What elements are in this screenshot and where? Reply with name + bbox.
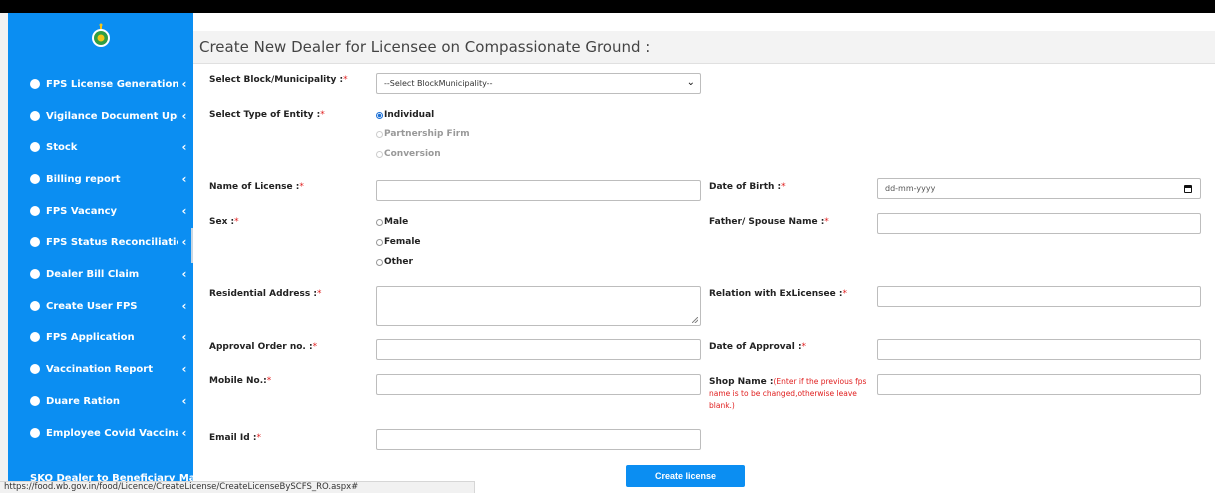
radio-icon xyxy=(376,218,383,226)
sidebar-item-fps-application[interactable]: FPS Application ‹ xyxy=(8,323,193,351)
status-bar-url: https://food.wb.gov.in/food/Licence/Crea… xyxy=(0,481,475,493)
create-license-button[interactable]: Create license xyxy=(626,465,745,487)
sidebar-item-vaccination-report[interactable]: Vaccination Report ‹ xyxy=(8,355,193,383)
mobile-label: Mobile No.:* xyxy=(209,376,272,386)
address-textarea[interactable] xyxy=(376,286,701,326)
sidebar-item-dealer-bill-claim[interactable]: Dealer Bill Claim ‹ xyxy=(8,260,193,288)
sidebar-item-fps-license-generation[interactable]: FPS License Generation ‹ xyxy=(8,70,193,98)
page-title: Create New Dealer for Licensee on Compas… xyxy=(199,38,651,56)
dob-placeholder: dd-mm-yyyy xyxy=(885,184,936,193)
sidebar-item-label: Duare Ration xyxy=(46,395,121,407)
bullet-icon xyxy=(30,237,40,247)
sidebar-item-label: Vaccination Report xyxy=(46,363,153,375)
sidebar-item-label: Employee Covid Vaccination xyxy=(46,427,178,439)
bullet-icon xyxy=(30,396,40,406)
radio-selected-icon xyxy=(376,111,383,119)
email-field[interactable] xyxy=(376,429,701,450)
bullet-icon xyxy=(30,428,40,438)
sidebar: FPS License Generation ‹ Vigilance Docum… xyxy=(8,13,193,493)
mobile-field[interactable] xyxy=(376,374,701,395)
approval-date-label: Date of Approval :* xyxy=(709,342,807,352)
sidebar-item-employee-covid-vaccination[interactable]: Employee Covid Vaccination ‹ xyxy=(8,419,193,447)
radio-icon xyxy=(376,238,383,246)
approval-order-label: Approval Order no. :* xyxy=(209,342,318,352)
chevron-left-icon: ‹ xyxy=(181,109,187,123)
approval-date-field[interactable] xyxy=(877,339,1201,360)
chevron-left-icon: ‹ xyxy=(181,235,187,249)
sex-radio-other[interactable]: Other xyxy=(376,257,413,267)
sex-label: Sex :* xyxy=(209,217,239,227)
block-label: Select Block/Municipality :* xyxy=(209,75,348,85)
sidebar-item-duare-ration[interactable]: Duare Ration ‹ xyxy=(8,387,193,415)
bullet-icon xyxy=(30,206,40,216)
entity-radio-partnership[interactable]: Partnership Firm xyxy=(376,129,470,139)
sidebar-item-label: FPS Vacancy xyxy=(46,205,118,217)
bullet-icon xyxy=(30,332,40,342)
block-select-value: --Select BlockMunicipality-- xyxy=(384,79,493,88)
father-spouse-field[interactable] xyxy=(877,213,1201,234)
state-emblem-logo xyxy=(92,23,110,47)
shop-name-field[interactable] xyxy=(877,374,1201,395)
radio-icon xyxy=(376,130,383,138)
page-header: Create New Dealer for Licensee on Compas… xyxy=(193,31,1215,64)
father-spouse-label: Father/ Spouse Name :* xyxy=(709,217,829,227)
approval-order-field[interactable] xyxy=(376,339,701,360)
calendar-icon[interactable] xyxy=(1184,185,1192,193)
chevron-left-icon: ‹ xyxy=(181,77,187,91)
sex-radio-male[interactable]: Male xyxy=(376,217,408,227)
shop-name-label: Shop Name :(Enter if the previous fps na… xyxy=(709,377,867,410)
entity-radio-conversion[interactable]: Conversion xyxy=(376,149,441,159)
radio-icon xyxy=(376,150,383,158)
sidebar-item-label: Billing report xyxy=(46,173,121,185)
browser-top-bar xyxy=(0,0,1215,13)
block-select[interactable]: --Select BlockMunicipality-- ⌄ xyxy=(376,73,701,94)
sidebar-item-vigilance-document-upload[interactable]: Vigilance Document Upload ‹ xyxy=(8,102,193,130)
name-label: Name of License :* xyxy=(209,182,304,192)
resize-handle-icon[interactable] xyxy=(692,317,698,323)
chevron-left-icon: ‹ xyxy=(181,330,187,344)
dob-field[interactable]: dd-mm-yyyy xyxy=(877,178,1201,199)
chevron-left-icon: ‹ xyxy=(181,267,187,281)
sidebar-item-label: Stock xyxy=(46,141,78,153)
chevron-down-icon: ⌄ xyxy=(686,77,695,88)
chevron-left-icon: ‹ xyxy=(181,394,187,408)
email-label: Email Id :* xyxy=(209,433,261,443)
address-label: Residential Address :* xyxy=(209,289,322,299)
entity-radio-individual[interactable]: Individual xyxy=(376,110,434,120)
dob-label: Date of Birth :* xyxy=(709,182,786,192)
chevron-left-icon: ‹ xyxy=(181,426,187,440)
chevron-left-icon: ‹ xyxy=(181,204,187,218)
bullet-icon xyxy=(30,174,40,184)
sidebar-item-billing-report[interactable]: Billing report ‹ xyxy=(8,165,193,193)
sidebar-item-label: FPS Status Reconciliation xyxy=(46,236,178,248)
sidebar-item-create-user-fps[interactable]: Create User FPS ‹ xyxy=(8,292,193,320)
sidebar-item-stock[interactable]: Stock ‹ xyxy=(8,133,193,161)
name-field[interactable] xyxy=(376,180,701,201)
bullet-icon xyxy=(30,111,40,121)
sidebar-item-label: FPS Application xyxy=(46,331,135,343)
sidebar-item-label: Dealer Bill Claim xyxy=(46,268,140,280)
chevron-left-icon: ‹ xyxy=(181,140,187,154)
bullet-icon xyxy=(30,269,40,279)
chevron-left-icon: ‹ xyxy=(181,362,187,376)
main-content: Create New Dealer for Licensee on Compas… xyxy=(193,13,1215,493)
bullet-icon xyxy=(30,301,40,311)
sidebar-item-label: Create User FPS xyxy=(46,300,138,312)
sidebar-item-fps-status-reconciliation[interactable]: FPS Status Reconciliation ‹ xyxy=(8,228,193,256)
bullet-icon xyxy=(30,364,40,374)
sidebar-item-label: FPS License Generation xyxy=(46,78,178,90)
left-margin xyxy=(0,13,8,493)
chevron-left-icon: ‹ xyxy=(181,172,187,186)
relation-label: Relation with ExLicensee :* xyxy=(709,289,847,299)
bullet-icon xyxy=(30,142,40,152)
entity-label: Select Type of Entity :* xyxy=(209,110,325,120)
sidebar-item-label: Vigilance Document Upload xyxy=(46,110,178,122)
sex-radio-female[interactable]: Female xyxy=(376,237,421,247)
sidebar-item-fps-vacancy[interactable]: FPS Vacancy ‹ xyxy=(8,197,193,225)
bullet-icon xyxy=(30,79,40,89)
radio-icon xyxy=(376,258,383,266)
chevron-left-icon: ‹ xyxy=(181,299,187,313)
relation-field[interactable] xyxy=(877,286,1201,307)
